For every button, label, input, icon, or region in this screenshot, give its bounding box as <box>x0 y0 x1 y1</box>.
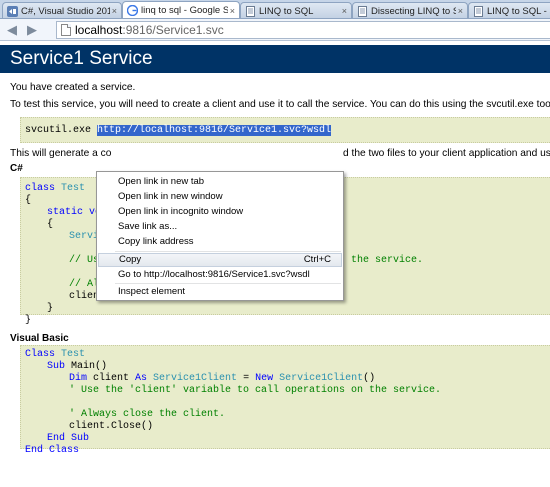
browser-toolbar: ◀ ▶ localhost:9816/Service1.svc <box>0 19 550 41</box>
menu-item-inspect-element[interactable]: Inspect element <box>98 285 342 299</box>
code-type: Service1Client <box>279 373 364 384</box>
code-line: client.Close() <box>69 421 154 432</box>
code-comment: the service. <box>351 255 424 266</box>
code-type: Test <box>61 349 86 360</box>
menu-separator <box>115 283 341 284</box>
vb-code-box: Class Test Sub Main() Dim client As Serv… <box>20 345 550 456</box>
tab-linq-to-sql[interactable]: LINQ to SQL × <box>240 2 352 18</box>
vs-icon <box>7 5 18 17</box>
svcutil-command: svcutil.exe <box>25 125 98 136</box>
code-line: Servi <box>69 231 100 242</box>
csharp-label: C# <box>10 163 23 174</box>
code-text: = <box>237 373 256 384</box>
code-keyword: class <box>25 183 62 194</box>
code-line: } <box>47 303 54 314</box>
close-icon[interactable]: × <box>112 6 117 16</box>
code-keyword: End Class <box>25 445 80 456</box>
code-comment: ' Use the 'client' variable to call oper… <box>69 385 442 396</box>
svcutil-code-box: svcutil.exe http://localhost:9816/Servic… <box>20 117 550 143</box>
heading-bar: Service1 Service <box>0 45 550 73</box>
code-keyword: Sub <box>47 361 72 372</box>
document-icon <box>245 5 256 17</box>
close-icon[interactable]: × <box>458 6 463 16</box>
address-bar[interactable]: localhost:9816/Service1.svc <box>56 21 550 39</box>
tab-linq-5-min[interactable]: LINQ to SQL - 5 Min <box>468 2 550 18</box>
wsdl-link[interactable]: http://localhost:9816/Service1.svc?wsdl <box>97 125 332 136</box>
back-arrow-icon[interactable]: ◀ <box>4 22 20 38</box>
page-icon <box>61 24 71 36</box>
close-icon[interactable]: × <box>342 6 347 16</box>
code-line: { <box>25 195 32 206</box>
code-keyword: As <box>135 373 154 384</box>
code-line: Class Test <box>25 349 85 361</box>
code-keyword: Dim <box>69 373 94 384</box>
vb-label: Visual Basic <box>10 333 69 344</box>
code-text: Main() <box>71 361 108 372</box>
page-content: Service1 Service You have created a serv… <box>0 41 550 487</box>
menu-item-copy-label: Copy <box>119 254 142 265</box>
tab-title: Dissecting LINQ to SQ <box>371 5 456 17</box>
url-host: localhost <box>75 23 123 37</box>
code-line: Sub Main() <box>47 361 107 373</box>
code-line: } <box>25 315 32 326</box>
tab-google-search[interactable]: linq to sql - Google Se × <box>122 1 240 18</box>
instructions-text: To test this service, you will need to c… <box>10 99 550 110</box>
page-title: Service1 Service <box>10 48 153 69</box>
tab-title: linq to sql - Google Se <box>141 5 228 16</box>
document-icon <box>357 5 368 17</box>
tab-dissecting-linq[interactable]: Dissecting LINQ to SQ × <box>352 2 468 18</box>
code-comment: ' Always close the client. <box>69 409 226 420</box>
code-line: static vo <box>47 207 102 218</box>
code-keyword: End Sub <box>47 433 90 444</box>
code-text: client <box>93 373 136 384</box>
generate-note-left: This will generate a co <box>10 148 112 159</box>
code-line: { <box>47 219 54 230</box>
url-path: :9816/Service1.svc <box>122 23 224 37</box>
context-menu: Open link in new tab Open link in new wi… <box>96 171 344 301</box>
tab-strip: C#, Visual Studio 2010 × linq to sql - G… <box>0 0 550 19</box>
google-icon <box>127 5 138 16</box>
tab-title: C#, Visual Studio 2010 <box>21 5 110 17</box>
code-line: class Test <box>25 183 85 195</box>
menu-item-save-link-as[interactable]: Save link as... <box>98 220 342 234</box>
code-comment: // Us <box>69 255 100 266</box>
menu-separator <box>115 251 341 252</box>
code-text: () <box>363 373 376 384</box>
menu-item-copy[interactable]: Copy Ctrl+C <box>98 253 342 267</box>
generate-note-right: d the two files to your client applicati… <box>343 148 550 159</box>
forward-arrow-icon[interactable]: ▶ <box>24 22 40 38</box>
code-type: Test <box>61 183 86 194</box>
menu-item-goto-url[interactable]: Go to http://localhost:9816/Service1.svc… <box>98 268 342 282</box>
menu-item-open-incognito[interactable]: Open link in incognito window <box>98 205 342 219</box>
code-type: Service1Client <box>153 373 238 384</box>
menu-item-copy-shortcut: Ctrl+C <box>303 254 331 265</box>
tab-title: LINQ to SQL - 5 Min <box>487 5 550 17</box>
tab-visual-studio[interactable]: C#, Visual Studio 2010 × <box>2 2 122 18</box>
code-keyword: New <box>255 373 280 384</box>
tab-title: LINQ to SQL <box>259 5 314 17</box>
menu-item-copy-link-address[interactable]: Copy link address <box>98 235 342 249</box>
document-icon <box>473 5 484 17</box>
intro-text: You have created a service. <box>10 82 136 93</box>
menu-item-open-new-window[interactable]: Open link in new window <box>98 190 342 204</box>
code-line: Dim client As Service1Client = New Servi… <box>69 373 375 385</box>
code-keyword: Class <box>25 349 62 360</box>
svcutil-line: svcutil.exe http://localhost:9816/Servic… <box>25 125 332 137</box>
close-icon[interactable]: × <box>230 6 235 16</box>
menu-item-open-new-tab[interactable]: Open link in new tab <box>98 175 342 189</box>
